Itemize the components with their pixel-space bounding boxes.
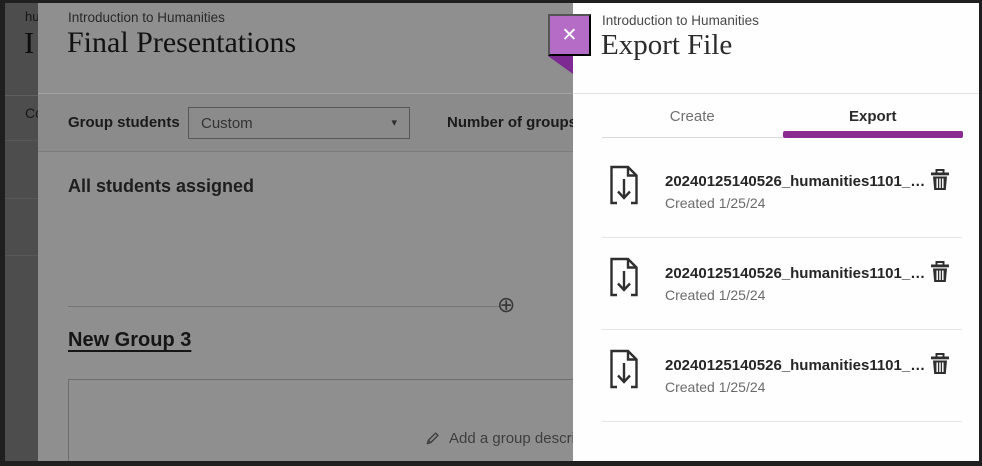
add-group-divider [68, 306, 500, 307]
export-file-created-date: Created 1/25/24 [665, 287, 765, 303]
add-group-description-label: Add a group description [449, 430, 573, 447]
background-page: hu I Co [5, 3, 38, 461]
export-file-name[interactable]: 20240125140526_humanities1101_… [665, 265, 925, 282]
breadcrumb: Introduction to Humanities [68, 10, 225, 25]
add-group-description-button[interactable]: Add a group description [425, 430, 573, 447]
group-students-select[interactable]: Custom ▾ [188, 107, 410, 139]
export-file-created-date: Created 1/25/24 [665, 195, 765, 211]
file-download-icon [609, 165, 639, 205]
close-icon: ✕ [562, 24, 578, 47]
tab-create-label: Create [670, 108, 715, 125]
panel-breadcrumb: Introduction to Humanities [602, 13, 759, 28]
groups-page-panel: Introduction to Humanities Final Present… [38, 3, 573, 461]
background-section-line [5, 255, 38, 256]
export-file-row-content: 20240125140526_humanities1101_… Created … [602, 257, 962, 301]
trash-icon [930, 169, 950, 191]
background-section-line [5, 140, 38, 141]
export-file-panel: ✕ Introduction to Humanities Export File… [573, 3, 979, 461]
group-name-link[interactable]: New Group 3 [68, 329, 191, 352]
group-settings-bar: Group students Custom ▾ Number of groups [38, 93, 573, 152]
group-students-label: Group students [68, 114, 180, 131]
tab-export-label: Export [849, 108, 897, 125]
export-file-row-content: 20240125140526_humanities1101_… Created … [602, 165, 962, 209]
background-divider [5, 95, 38, 96]
export-file-row[interactable]: 20240125140526_humanities1101_… Created … [602, 330, 962, 422]
tab-export-active-underline [783, 131, 964, 138]
panel-title: Export File [601, 29, 732, 62]
export-file-name[interactable]: 20240125140526_humanities1101_… [665, 357, 925, 374]
background-section-line [5, 198, 38, 199]
export-file-created-date: Created 1/25/24 [665, 379, 765, 395]
number-of-groups-label: Number of groups [447, 114, 573, 131]
background-title-fragment: I [24, 25, 34, 61]
trash-icon [930, 353, 950, 375]
group-students-selected-value: Custom [201, 115, 253, 132]
delete-export-button[interactable] [930, 353, 950, 378]
export-file-row[interactable]: 20240125140526_humanities1101_… Created … [602, 138, 962, 238]
export-file-row[interactable]: 20240125140526_humanities1101_… Created … [602, 238, 962, 330]
tab-bar: Create Export [602, 94, 963, 138]
export-file-list: 20240125140526_humanities1101_… Created … [602, 138, 962, 422]
file-download-icon [609, 257, 639, 297]
close-button[interactable]: ✕ [548, 14, 591, 56]
close-button-ribbon-fold [548, 56, 573, 74]
screen: hu I Co Introduction to Humanities Final… [0, 0, 982, 466]
export-file-row-content: 20240125140526_humanities1101_… Created … [602, 349, 962, 393]
trash-icon [930, 261, 950, 283]
tab-create[interactable]: Create [602, 94, 783, 138]
pencil-icon [425, 431, 440, 446]
delete-export-button[interactable] [930, 169, 950, 194]
export-file-name[interactable]: 20240125140526_humanities1101_… [665, 173, 925, 190]
delete-export-button[interactable] [930, 261, 950, 286]
chevron-down-icon: ▾ [391, 118, 397, 129]
students-assigned-status: All students assigned [68, 176, 254, 197]
group-card: Add a group description [68, 379, 573, 461]
page-title: Final Presentations [67, 26, 296, 60]
add-group-plus-icon[interactable]: ⊕ [497, 294, 515, 316]
tab-export[interactable]: Export [783, 94, 964, 138]
file-download-icon [609, 349, 639, 389]
